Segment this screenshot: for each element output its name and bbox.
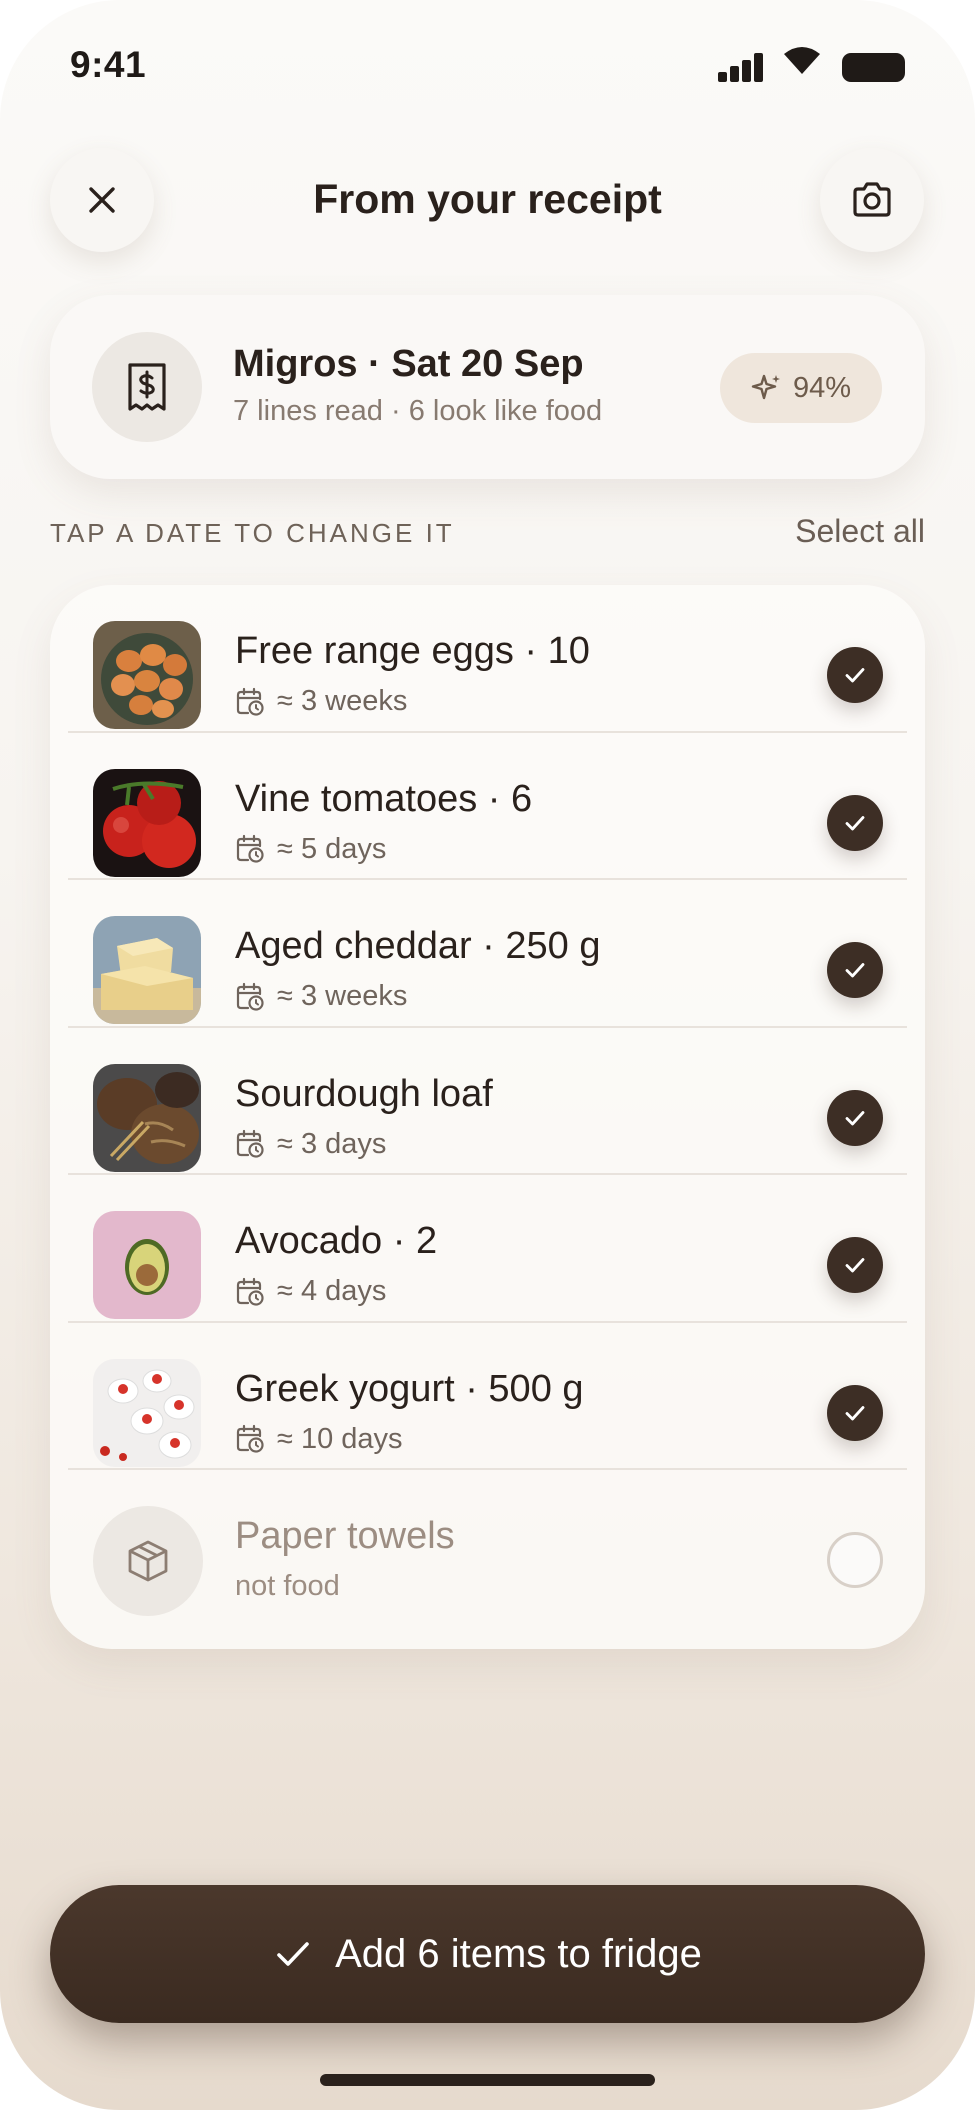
receipt-summary: 7 lines read · 6 look like food <box>233 395 603 427</box>
expiry-date-button[interactable]: ≈ 3 weeks <box>235 685 407 718</box>
sparkle-icon <box>751 374 780 400</box>
select-all-button[interactable]: Select all <box>795 513 925 550</box>
receipt-summary-card: Migros · Sat 20 Sep 7 lines read · 6 loo… <box>50 295 925 479</box>
expiry-date-button[interactable]: ≈ 3 weeks <box>235 980 407 1013</box>
item-checkbox-checked[interactable] <box>827 1089 883 1146</box>
item-name: Vine tomatoes · 6 <box>235 777 533 820</box>
item-name: Aged cheddar · 250 g <box>235 925 601 967</box>
home-indicator <box>320 2074 655 2086</box>
item-name: Sourdough loaf <box>235 1072 493 1115</box>
items-list: Free range eggs · 10 ≈ 3 weeks Vine toma… <box>50 585 925 1649</box>
calendar-clock-icon <box>236 1129 264 1158</box>
expiry-date-button[interactable]: ≈ 5 days <box>235 833 386 866</box>
sourdough-thumbnail <box>93 1063 201 1172</box>
calendar-clock-icon <box>236 687 264 716</box>
list-item-sourdough[interactable]: Sourdough loaf ≈ 3 days <box>50 1028 925 1175</box>
signal-icon <box>718 52 764 82</box>
add-to-fridge-button[interactable]: Add 6 items to fridge <box>50 1885 925 2023</box>
avocado-thumbnail <box>93 1211 201 1319</box>
section-label: TAP A DATE TO CHANGE IT <box>50 518 455 548</box>
expiry-estimate: ≈ 3 days <box>277 1127 387 1160</box>
expiry-estimate: ≈ 4 days <box>277 1275 387 1307</box>
calendar-clock-icon <box>236 1277 264 1306</box>
wifi-icon <box>784 47 820 74</box>
item-name: Avocado · 2 <box>235 1220 438 1262</box>
list-item-cheddar[interactable]: Aged cheddar · 250 g ≈ 3 weeks <box>50 880 925 1028</box>
list-item-tomatoes[interactable]: Vine tomatoes · 6 ≈ 5 days <box>50 733 925 880</box>
status-time: 9:41 <box>70 44 147 85</box>
battery-icon <box>842 53 905 82</box>
item-checkbox-unchecked[interactable] <box>827 1532 883 1588</box>
check-icon <box>845 815 865 830</box>
check-icon <box>277 1942 309 1966</box>
box-icon <box>128 1540 168 1582</box>
eggs-thumbnail <box>93 621 201 729</box>
calendar-clock-icon <box>236 1424 264 1453</box>
check-icon <box>845 963 865 978</box>
item-checkbox-checked[interactable] <box>827 794 883 851</box>
list-item-eggs[interactable]: Free range eggs · 10 ≈ 3 weeks <box>50 585 925 733</box>
expiry-estimate: ≈ 3 weeks <box>277 685 408 717</box>
expiry-estimate: ≈ 3 weeks <box>277 980 408 1012</box>
list-item-paper-towels[interactable]: Paper towels not food <box>50 1470 925 1618</box>
check-icon <box>845 1258 865 1273</box>
expiry-date-button[interactable]: ≈ 4 days <box>235 1275 386 1308</box>
item-name: Paper towels <box>235 1515 455 1557</box>
calendar-clock-icon <box>236 982 264 1011</box>
receipt-icon <box>128 363 166 411</box>
confidence-value: 94% <box>792 371 852 404</box>
check-icon <box>845 1110 865 1125</box>
item-checkbox-checked[interactable] <box>827 1237 883 1293</box>
camera-icon <box>853 182 891 217</box>
item-name: Free range eggs · 10 <box>235 630 590 672</box>
expiry-date-button[interactable]: ≈ 10 days <box>235 1423 403 1456</box>
check-icon <box>845 1405 865 1420</box>
cheddar-thumbnail <box>93 916 201 1024</box>
camera-button[interactable] <box>820 148 924 252</box>
item-checkbox-checked[interactable] <box>827 647 883 703</box>
receipt-store-date: Migros · Sat 20 Sep <box>233 343 584 385</box>
yogurt-thumbnail <box>93 1358 201 1467</box>
item-checkbox-checked[interactable] <box>827 1384 883 1441</box>
item-checkbox-checked[interactable] <box>827 942 883 998</box>
list-item-yogurt[interactable]: Greek yogurt · 500 g ≈ 10 days <box>50 1323 925 1470</box>
item-note: not food <box>235 1570 340 1603</box>
receipt-icon-circle <box>92 332 202 442</box>
expiry-estimate: ≈ 10 days <box>277 1422 403 1455</box>
item-name: Greek yogurt · 500 g <box>235 1367 584 1410</box>
add-to-fridge-label: Add 6 items to fridge <box>335 1931 702 1976</box>
not-food-label: not food <box>235 1570 340 1602</box>
tomatoes-thumbnail <box>93 768 201 877</box>
confidence-badge: 94% <box>720 353 882 423</box>
calendar-clock-icon <box>236 834 264 863</box>
check-icon <box>845 668 865 683</box>
list-item-avocado[interactable]: Avocado · 2 ≈ 4 days <box>50 1175 925 1323</box>
box-icon-circle <box>93 1506 203 1616</box>
phone-screen: 9:41 From your receipt Migros · Sat 20 S… <box>0 0 975 2110</box>
expiry-estimate: ≈ 5 days <box>277 832 387 865</box>
expiry-date-button[interactable]: ≈ 3 days <box>235 1128 386 1161</box>
